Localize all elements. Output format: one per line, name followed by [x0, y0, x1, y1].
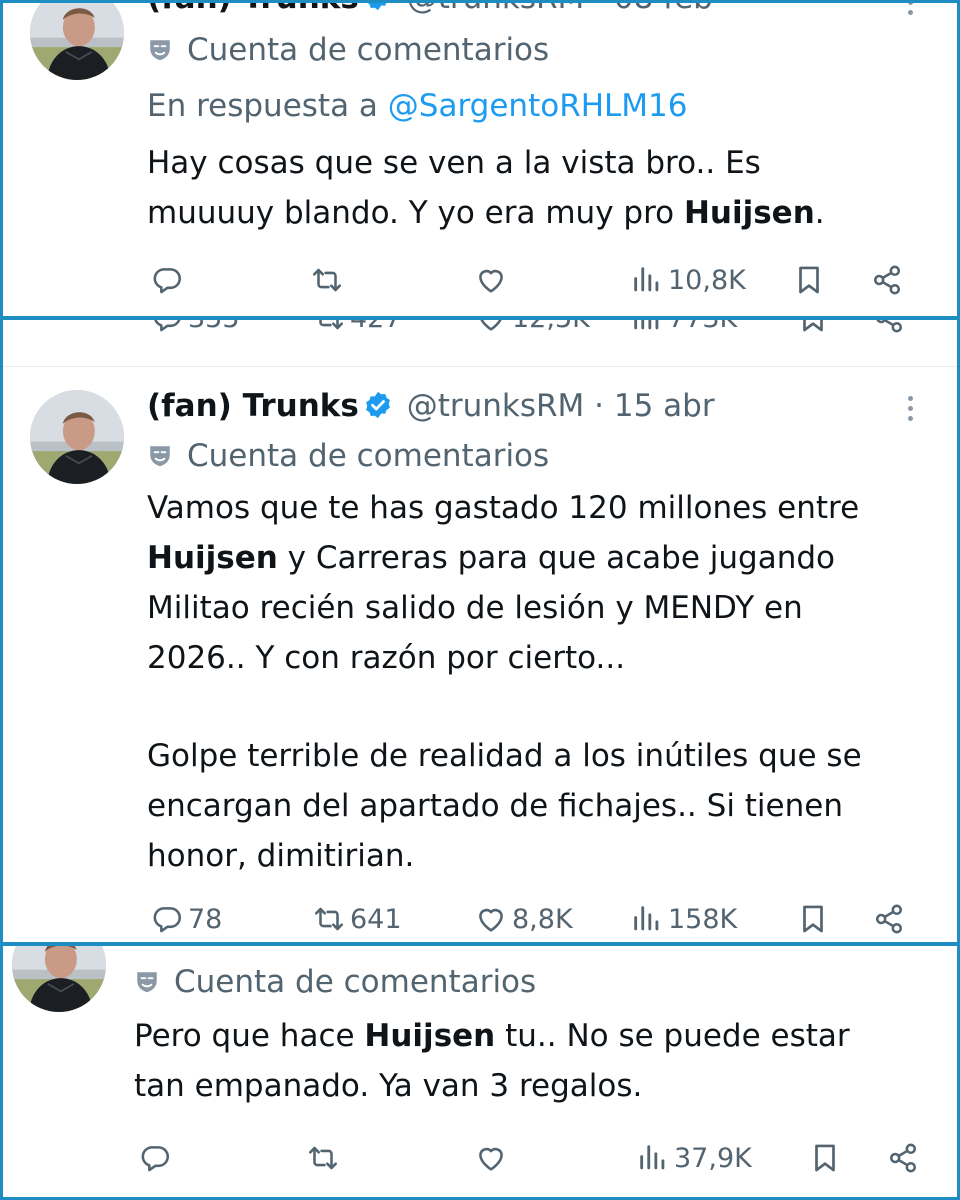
- reply-button[interactable]: 78: [150, 899, 222, 939]
- reply-mention-link[interactable]: @SargentoRHLM16: [388, 88, 688, 124]
- bookmark-button[interactable]: [792, 260, 826, 300]
- share-button[interactable]: [886, 1138, 920, 1178]
- comment-account-label: Cuenta de comentarios: [134, 962, 536, 1002]
- views-button[interactable]: 10,8K: [630, 260, 746, 300]
- verified-icon: [363, 390, 393, 420]
- like-button[interactable]: 8,8K: [474, 899, 573, 939]
- tweet-panel-2: 355 427 12,5K 773K (fan) Trunks @trunksR…: [0, 316, 960, 946]
- reply-button[interactable]: [150, 260, 184, 300]
- like-icon: [474, 316, 508, 335]
- retweet-icon: [312, 316, 346, 335]
- views-button[interactable]: 158K: [630, 899, 737, 939]
- comment-account-label: Cuenta de comentarios: [147, 30, 549, 70]
- tweet-text: Vamos que te has gastado 120 millones en…: [147, 490, 862, 874]
- comment-icon: [150, 316, 184, 335]
- reply-count: 78: [188, 903, 223, 935]
- views-icon: [630, 263, 664, 297]
- share-icon: [886, 1141, 920, 1175]
- tweet-header: (fan) Trunks @trunksRM · 15 abr: [147, 388, 715, 424]
- tweet-date[interactable]: 15 abr: [614, 388, 715, 424]
- retweet-button[interactable]: 641: [312, 899, 402, 939]
- partial-reply-count: 355: [150, 316, 240, 338]
- like-button[interactable]: [474, 1138, 508, 1178]
- author-handle[interactable]: @trunksRM: [407, 0, 585, 16]
- retweet-icon: [306, 1141, 340, 1175]
- like-button[interactable]: [474, 260, 508, 300]
- partial-bookmark: [796, 316, 830, 338]
- views-count: 10,8K: [668, 264, 746, 296]
- share-button[interactable]: [870, 260, 904, 300]
- mask-icon: [147, 443, 173, 469]
- retweet-button[interactable]: [306, 1138, 340, 1178]
- tweet-text: Hay cosas que se ven a la vista bro.. Es…: [147, 145, 825, 231]
- like-icon: [474, 263, 508, 297]
- comment-icon: [150, 902, 184, 936]
- divider: [0, 366, 960, 367]
- tweet-panel-1: (fan) Trunks @trunksRM · 08 feb Cuenta d…: [0, 0, 960, 320]
- views-count: 37,9K: [674, 1142, 752, 1174]
- bookmark-button[interactable]: [808, 1138, 842, 1178]
- views-button[interactable]: 37,9K: [636, 1138, 752, 1178]
- share-button[interactable]: [872, 899, 906, 939]
- views-icon: [630, 902, 664, 936]
- share-icon: [872, 902, 906, 936]
- partial-retweet-count: 427: [312, 316, 402, 338]
- retweet-icon: [310, 263, 344, 297]
- retweet-icon: [312, 902, 346, 936]
- share-icon: [870, 263, 904, 297]
- retweet-button[interactable]: [310, 260, 344, 300]
- mask-icon: [134, 969, 160, 995]
- like-icon: [474, 902, 508, 936]
- verified-icon: [363, 0, 393, 12]
- more-icon[interactable]: [908, 0, 916, 20]
- tweet-header: (fan) Trunks @trunksRM · 08 feb: [147, 0, 713, 18]
- reply-button[interactable]: [138, 1138, 172, 1178]
- retweet-count: 641: [350, 903, 402, 935]
- bookmark-icon: [796, 902, 830, 936]
- avatar[interactable]: [30, 0, 124, 80]
- tweet-panel-3: Cuenta de comentarios Pero que hace Huij…: [0, 942, 960, 1200]
- views-icon: [630, 316, 664, 335]
- views-count: 158K: [668, 903, 738, 935]
- bookmark-icon: [796, 316, 830, 335]
- avatar[interactable]: [30, 390, 124, 484]
- author-name[interactable]: (fan) Trunks: [147, 388, 359, 424]
- mention-huijsen: Huijsen: [147, 540, 278, 576]
- mask-icon: [147, 37, 173, 63]
- more-icon[interactable]: [908, 396, 916, 426]
- partial-views-count: 773K: [630, 316, 737, 338]
- tweet-text: Pero que hace Huijsen tu.. No se puede e…: [134, 1018, 850, 1104]
- like-count: 8,8K: [512, 903, 573, 935]
- share-icon: [872, 316, 906, 335]
- author-handle[interactable]: @trunksRM: [407, 388, 585, 424]
- comment-account-label: Cuenta de comentarios: [147, 436, 549, 476]
- mention-huijsen: Huijsen: [683, 195, 815, 231]
- bookmark-button[interactable]: [796, 899, 830, 939]
- bookmark-icon: [792, 263, 826, 297]
- like-icon: [474, 1141, 508, 1175]
- comment-icon: [150, 263, 184, 297]
- views-icon: [636, 1141, 670, 1175]
- author-name[interactable]: (fan) Trunks: [147, 0, 359, 16]
- partial-share: [872, 316, 906, 338]
- reply-context: En respuesta a @SargentoRHLM16: [147, 88, 688, 124]
- mention-huijsen: Huijsen: [364, 1018, 496, 1054]
- partial-like-count: 12,5K: [474, 316, 590, 338]
- bookmark-icon: [808, 1141, 842, 1175]
- tweet-date[interactable]: 08 feb: [614, 0, 713, 16]
- comment-icon: [138, 1141, 172, 1175]
- avatar[interactable]: [12, 942, 106, 1012]
